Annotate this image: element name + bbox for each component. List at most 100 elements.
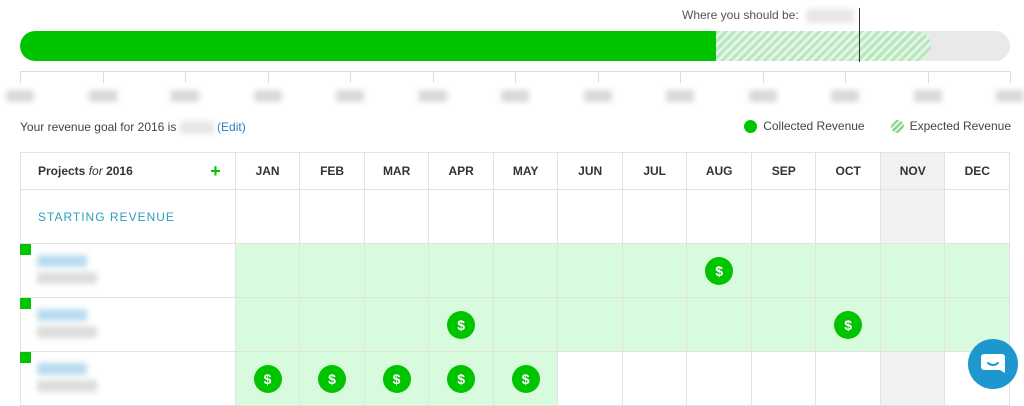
- project-month-cell[interactable]: [300, 244, 365, 298]
- axis-label-redacted: [996, 90, 1024, 102]
- projects-header: Projects for 2016 +: [21, 153, 236, 190]
- dollar-icon[interactable]: $: [447, 364, 476, 393]
- project-month-cell[interactable]: $: [429, 352, 494, 406]
- project-row: $ $: [20, 298, 1010, 352]
- axis-tick: [432, 71, 434, 83]
- project-month-cell[interactable]: [687, 298, 752, 352]
- starting-revenue-cell[interactable]: [364, 190, 430, 244]
- dollar-icon[interactable]: $: [511, 364, 540, 393]
- project-month-cell[interactable]: [751, 298, 817, 352]
- project-month-cell[interactable]: $: [235, 352, 301, 406]
- project-month-cell[interactable]: [622, 298, 688, 352]
- project-month-cell[interactable]: [622, 352, 688, 406]
- project-month-cell[interactable]: [558, 244, 623, 298]
- axis-tick: [680, 71, 681, 83]
- project-month-cell[interactable]: [945, 244, 1010, 298]
- table-header: Projects for 2016 + JAN FEB MAR APR MAY JUN JU…: [21, 153, 1010, 190]
- project-month-cell[interactable]: [751, 244, 817, 298]
- starting-revenue-cell[interactable]: [622, 190, 688, 244]
- year-label: 2016: [106, 164, 133, 178]
- project-month-cell[interactable]: [493, 298, 559, 352]
- project-info[interactable]: [20, 298, 236, 352]
- project-month-cell[interactable]: $: [300, 352, 365, 406]
- project-month-cell[interactable]: [558, 352, 623, 406]
- starting-revenue-cell[interactable]: [687, 190, 752, 244]
- axis-label-redacted: [748, 90, 777, 102]
- project-month-cell[interactable]: [300, 298, 365, 352]
- month-header-feb: FEB: [300, 153, 365, 190]
- project-month-cell[interactable]: $: [493, 352, 559, 406]
- project-client-redacted: [37, 272, 97, 284]
- edit-goal-link[interactable]: (Edit): [217, 120, 246, 134]
- axis-label-redacted: [6, 90, 34, 102]
- starting-revenue-cell[interactable]: [816, 190, 881, 244]
- axis-tick: [762, 71, 764, 83]
- dollar-icon[interactable]: $: [447, 310, 476, 339]
- month-header-jan: JAN: [235, 153, 301, 190]
- projects-label: Projects: [38, 164, 86, 178]
- goal-value-redacted: [179, 121, 214, 135]
- starting-revenue-cell[interactable]: [300, 190, 365, 244]
- axis-label-redacted: [171, 90, 199, 102]
- project-month-cell[interactable]: $: [364, 352, 430, 406]
- starting-revenue-cell[interactable]: [945, 190, 1010, 244]
- axis-label-redacted: [253, 90, 282, 102]
- starting-revenue-cell[interactable]: [493, 190, 559, 244]
- month-header-mar: MAR: [364, 153, 430, 190]
- project-month-cell[interactable]: [364, 298, 430, 352]
- project-name-redacted[interactable]: [37, 255, 87, 267]
- dollar-icon[interactable]: $: [318, 364, 347, 393]
- goal-text: Your revenue goal for 2016 is: [20, 120, 177, 134]
- month-header-oct: OCT: [816, 153, 881, 190]
- legend: Collected Revenue Expected Revenue: [744, 119, 1011, 133]
- month-header-sep: SEP: [751, 153, 817, 190]
- project-month-cell[interactable]: [235, 244, 301, 298]
- project-month-cell[interactable]: $: [816, 298, 881, 352]
- axis-label-redacted: [418, 90, 447, 102]
- project-month-cell[interactable]: [429, 244, 494, 298]
- project-month-cell[interactable]: [751, 352, 817, 406]
- project-name-redacted[interactable]: [37, 309, 87, 321]
- project-month-cell[interactable]: [816, 244, 881, 298]
- dollar-icon[interactable]: $: [253, 364, 282, 393]
- project-name-redacted[interactable]: [37, 363, 87, 375]
- month-header-nov: NOV: [880, 153, 946, 190]
- chat-button[interactable]: [968, 339, 1018, 389]
- project-month-cell[interactable]: $: [429, 298, 494, 352]
- month-header-dec: DEC: [945, 153, 1010, 190]
- project-info[interactable]: [20, 244, 236, 298]
- project-client-redacted: [37, 380, 97, 392]
- axis-tick: [185, 71, 186, 83]
- project-month-cell[interactable]: [880, 352, 946, 406]
- axis-tick: [515, 71, 516, 83]
- project-month-cell[interactable]: [880, 244, 946, 298]
- starting-revenue-cell[interactable]: [880, 190, 946, 244]
- dollar-icon[interactable]: $: [705, 256, 734, 285]
- starting-revenue-label[interactable]: STARTING REVENUE: [21, 190, 236, 244]
- project-color-marker: [20, 298, 31, 309]
- project-month-cell[interactable]: [687, 352, 752, 406]
- starting-revenue-cell[interactable]: [751, 190, 817, 244]
- axis-tick: [350, 71, 351, 83]
- starting-revenue-row: STARTING REVENUE: [21, 190, 1010, 244]
- project-month-cell[interactable]: [816, 352, 881, 406]
- project-month-cell[interactable]: [493, 244, 559, 298]
- project-month-cell[interactable]: [622, 244, 688, 298]
- starting-revenue-cell[interactable]: [235, 190, 301, 244]
- axis-tick: [20, 71, 21, 83]
- project-month-cell[interactable]: [880, 298, 946, 352]
- month-header-apr: APR: [429, 153, 494, 190]
- dollar-icon[interactable]: $: [382, 364, 411, 393]
- collected-dot-icon: [744, 119, 758, 133]
- project-month-cell[interactable]: $: [687, 244, 752, 298]
- dollar-icon[interactable]: $: [834, 310, 863, 339]
- plus-icon[interactable]: +: [210, 162, 221, 180]
- chat-icon: [981, 354, 1005, 373]
- project-month-cell[interactable]: [364, 244, 430, 298]
- project-month-cell[interactable]: [558, 298, 623, 352]
- starting-revenue-cell[interactable]: [429, 190, 494, 244]
- starting-revenue-cell[interactable]: [558, 190, 623, 244]
- project-info[interactable]: [20, 352, 236, 406]
- project-month-cell[interactable]: [235, 298, 301, 352]
- axis-tick: [1010, 71, 1011, 83]
